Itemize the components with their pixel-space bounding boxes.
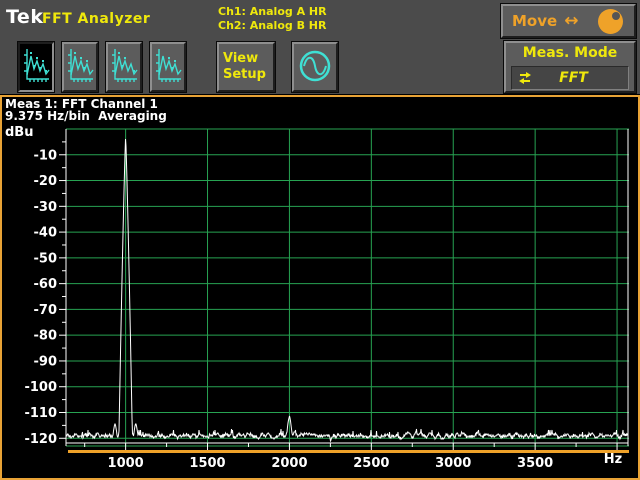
view-setup-label-line1: View: [223, 51, 273, 67]
spectrum-view-icon: [153, 44, 183, 88]
spectrum-view-icon: [65, 44, 95, 88]
move-button-label: Move: [512, 12, 557, 30]
display-view-button-3[interactable]: [106, 42, 142, 92]
channel-info: Ch1: Analog A HR Ch2: Analog B HR: [218, 5, 327, 33]
meas-mode-value: FFT: [533, 70, 614, 86]
channel-1-label: Ch1: Analog A HR: [218, 5, 327, 19]
meas-mode-value-box[interactable]: FFT: [511, 66, 629, 90]
display-view-button-2[interactable]: [62, 42, 98, 92]
y-axis-unit-label: dBu: [5, 125, 33, 140]
display-view-button-1[interactable]: [18, 42, 54, 92]
meas-mode-panel[interactable]: Meas. Mode FFT: [504, 41, 636, 93]
view-setup-label-line2: Setup: [223, 67, 273, 83]
spectrum-view-icon: [21, 44, 51, 88]
meas-resolution-status: 9.375 Hz/bin Averaging: [5, 109, 167, 123]
horizontal-arrow-icon: ↔: [564, 11, 578, 31]
crt-screen: Tek FFT Analyzer Ch1: Analog A HR Ch2: A…: [0, 0, 640, 480]
view-setup-button[interactable]: View Setup: [217, 42, 275, 92]
channel-2-label: Ch2: Analog B HR: [218, 19, 327, 33]
spectrum-view-icon: [109, 44, 139, 88]
move-button[interactable]: Move ↔: [501, 4, 636, 38]
meas-mode-label: Meas. Mode: [506, 45, 634, 61]
cycle-icon: [517, 71, 533, 85]
display-view-button-4[interactable]: [150, 42, 186, 92]
tek-logo: Tek: [6, 6, 43, 28]
knob-dot: [612, 12, 620, 20]
top-bar: Tek FFT Analyzer Ch1: Analog A HR Ch2: A…: [0, 0, 640, 94]
app-title: FFT Analyzer: [42, 11, 150, 27]
knob-icon: [598, 9, 623, 34]
measurement-window[interactable]: [0, 95, 640, 480]
generator-button[interactable]: [292, 42, 338, 92]
sine-wave-icon: [295, 44, 335, 88]
